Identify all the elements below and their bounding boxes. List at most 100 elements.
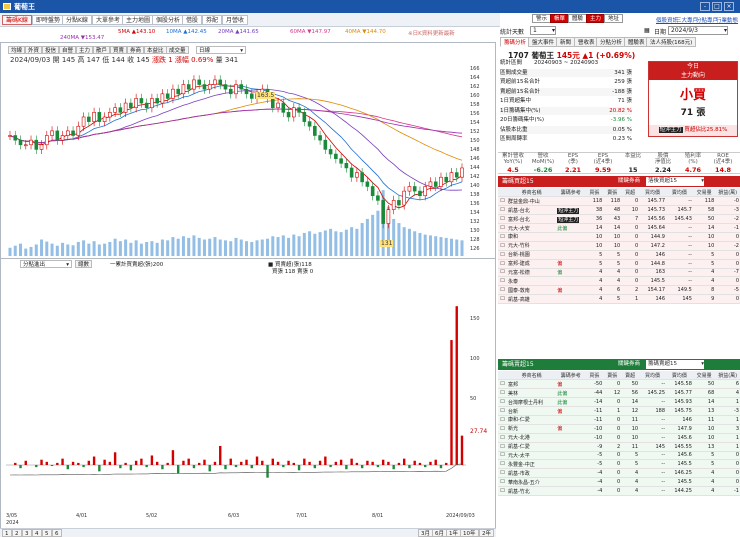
link-three-major[interactable]: 三大專戶 bbox=[676, 16, 698, 24]
table-row[interactable]: ☐ 元大-大安 此偏 14 14 0 145.64 -- 14 -1 bbox=[498, 223, 740, 233]
column-header[interactable]: 券商名稱 bbox=[506, 188, 557, 198]
table-row[interactable]: ☐ 國泰-敦南偏 4 6 2 154.17 149.5 8 -5 bbox=[498, 285, 740, 296]
btn-dealer[interactable]: 自營 bbox=[59, 46, 77, 54]
tab-bigorders[interactable]: 大單參考 bbox=[92, 15, 125, 25]
row-checkbox[interactable]: ☐ bbox=[498, 451, 507, 461]
broker-name[interactable]: 台灣摩根士丹利 bbox=[506, 397, 557, 408]
column-header[interactable]: 買均價 bbox=[639, 188, 666, 198]
close-button[interactable]: × bbox=[724, 2, 734, 11]
minimize-button[interactable]: - bbox=[700, 2, 710, 11]
broker-name[interactable]: 永泰 bbox=[506, 276, 557, 287]
broker-name[interactable]: 永豐金-中正 bbox=[506, 459, 557, 470]
row-checkbox[interactable]: ☐ bbox=[498, 250, 507, 260]
rtab-holdings[interactable]: 法人持股(168元) bbox=[646, 37, 697, 47]
rtab-revenue[interactable]: 營收表 bbox=[574, 37, 599, 47]
page-tab-1[interactable]: 1 bbox=[2, 529, 12, 537]
table-row[interactable]: ☐ 永豐金-中正 -5 0 5 -- 145.5 5 0 bbox=[498, 459, 740, 470]
row-checkbox[interactable]: ☐ bbox=[498, 486, 507, 496]
column-header[interactable]: 買均價 bbox=[639, 371, 666, 381]
table-row[interactable]: ☐ 富邦偏 -50 0 50 -- 145.58 50 6 bbox=[498, 379, 740, 390]
nav-address[interactable]: 地址 bbox=[604, 14, 624, 23]
broker-name[interactable]: 富邦 bbox=[506, 379, 557, 390]
broker-name[interactable]: 凱基-仁愛 bbox=[506, 442, 557, 452]
broker-name[interactable]: 康和 bbox=[506, 232, 557, 242]
tab-realtime[interactable]: 即時盤勢 bbox=[32, 15, 65, 25]
rtab-events[interactable]: 盤大事件 bbox=[528, 37, 559, 47]
row-checkbox[interactable]: ☐ bbox=[498, 397, 507, 408]
broker-name[interactable]: 台新-桃園 bbox=[506, 250, 557, 260]
days-select[interactable]: 1 ▾ bbox=[530, 26, 556, 35]
table-row[interactable]: ☐ 凱基-市政 -4 0 4 -- 146.25 4 0 bbox=[498, 468, 740, 479]
table-row[interactable]: ☐ 台新-桃園 5 5 0 146 -- 5 0 bbox=[498, 250, 740, 260]
broker-name[interactable]: 元大-太平 bbox=[506, 451, 557, 461]
total-button[interactable]: 總數 bbox=[75, 260, 93, 268]
table-row[interactable]: ☐ 台灣摩根士丹利 此偏 -14 0 14 -- 145.93 14 1 bbox=[498, 397, 740, 408]
table-row[interactable]: ☐ 元大-太平 -5 0 5 -- 145.6 5 0 bbox=[498, 451, 740, 461]
broker-name[interactable]: 美林 bbox=[506, 388, 557, 399]
rtab-news[interactable]: 新聞 bbox=[556, 37, 576, 47]
link-industry[interactable]: 行業動態 bbox=[716, 16, 738, 24]
sell-select[interactable]: 籌碼賣超15 ▾ bbox=[646, 360, 704, 369]
row-checkbox[interactable]: ☐ bbox=[498, 388, 507, 399]
tab-mainforce-map[interactable]: 主力地圖 bbox=[122, 15, 155, 25]
candlestick-chart[interactable] bbox=[6, 66, 466, 256]
period-3m[interactable]: 3月 bbox=[418, 529, 433, 537]
row-checkbox[interactable]: ☐ bbox=[498, 294, 507, 305]
table-row[interactable]: ☐ 永泰 4 4 0 145.5 -- 4 0 bbox=[498, 276, 740, 287]
row-checkbox[interactable]: ☐ bbox=[498, 205, 507, 216]
btn-foreign[interactable]: 外資 bbox=[25, 46, 43, 54]
rtab-chip-analysis[interactable]: 籌碼分析 bbox=[500, 37, 531, 47]
table-row[interactable]: ☐ 凱基-台北 短沖主力 38 48 10 145.73 145.7 58 -3 bbox=[498, 205, 740, 216]
column-header[interactable]: 交易量 bbox=[692, 188, 716, 198]
broker-name[interactable]: 國泰-敦南 bbox=[506, 285, 557, 296]
nav-mainforce[interactable]: 主力 bbox=[586, 14, 606, 23]
btn-trust[interactable]: 投信 bbox=[42, 46, 60, 54]
column-header[interactable]: 券商名稱 bbox=[506, 371, 557, 381]
row-checkbox[interactable]: ☐ bbox=[498, 415, 507, 425]
table-row[interactable]: ☐ 凱基-仁愛 -9 2 11 145 145.55 13 1 bbox=[498, 442, 740, 452]
nav-bill[interactable]: 帳單 bbox=[550, 14, 570, 23]
broker-name[interactable]: 凱基-市政 bbox=[506, 468, 557, 479]
column-header[interactable]: 損益(萬) bbox=[715, 371, 740, 381]
column-header[interactable]: 賣超 bbox=[621, 371, 640, 381]
nav-alert[interactable]: 警示 bbox=[532, 14, 552, 23]
btn-retail[interactable]: 散戶 bbox=[93, 46, 111, 54]
btn-trade[interactable]: 買賣 bbox=[110, 46, 128, 54]
btn-ma[interactable]: 均線 bbox=[8, 46, 26, 54]
btn-volume[interactable]: 成交量 bbox=[166, 46, 189, 54]
row-checkbox[interactable]: ☐ bbox=[498, 379, 507, 390]
nav-experience[interactable]: 體驗 bbox=[568, 14, 588, 23]
column-header[interactable]: 賣均價 bbox=[666, 371, 693, 381]
broker-name[interactable]: 凱基-竹北 bbox=[506, 486, 557, 496]
row-checkbox[interactable]: ☐ bbox=[498, 268, 507, 278]
column-header[interactable]: 買超 bbox=[621, 188, 640, 198]
page-tab-4[interactable]: 4 bbox=[32, 529, 42, 537]
tab-branch-kline[interactable]: 分點K線 bbox=[62, 15, 92, 25]
table-row[interactable]: ☐ 華南永昌-五介 -4 0 4 -- 145.5 4 0 bbox=[498, 477, 740, 488]
tab-borrow[interactable]: 借股 bbox=[182, 15, 203, 25]
period-10y[interactable]: 10年 bbox=[460, 529, 479, 537]
table-row[interactable]: ☐ 康和-仁愛 -11 0 11 -- 146 11 1 bbox=[498, 415, 740, 425]
period-select[interactable]: 日線 ▾ bbox=[196, 46, 246, 54]
period-1y[interactable]: 1年 bbox=[446, 529, 461, 537]
broker-name[interactable]: 富邦-台北 bbox=[506, 214, 557, 225]
buy-select[interactable]: 落後買超15 ▾ bbox=[646, 177, 704, 186]
broker-name[interactable]: 凱基-高雄 bbox=[506, 294, 557, 305]
table-row[interactable]: ☐ 元富-松德偏 4 4 0 163 -- 4 -7 bbox=[498, 268, 740, 278]
btn-mainforce[interactable]: 主力 bbox=[76, 46, 94, 54]
sub-select[interactable]: 分點進出 ▾ bbox=[20, 260, 72, 268]
page-tab-5[interactable]: 5 bbox=[42, 529, 52, 537]
page-tab-3[interactable]: 3 bbox=[22, 529, 32, 537]
column-header[interactable]: 籌碼參考 bbox=[556, 371, 586, 381]
page-tab-2[interactable]: 2 bbox=[12, 529, 22, 537]
page-tab-6[interactable]: 6 bbox=[52, 529, 62, 537]
row-checkbox[interactable]: ☐ bbox=[498, 468, 507, 479]
table-row[interactable]: ☐ 群益金鼎-中山 118 118 0 145.77 -- 118 -0 bbox=[498, 196, 740, 207]
tab-chip-kline[interactable]: 籌碼K線 bbox=[2, 15, 32, 25]
column-header[interactable] bbox=[498, 188, 507, 198]
date-input[interactable]: 2024/9/3 ▾ bbox=[668, 26, 728, 35]
row-checkbox[interactable]: ☐ bbox=[498, 223, 507, 233]
broker-name[interactable]: 元大-大安 bbox=[506, 223, 557, 233]
row-checkbox[interactable]: ☐ bbox=[498, 406, 507, 416]
table-row[interactable]: ☐ 美林 此偏 -44 12 56 145.25 145.77 68 4 bbox=[498, 388, 740, 399]
